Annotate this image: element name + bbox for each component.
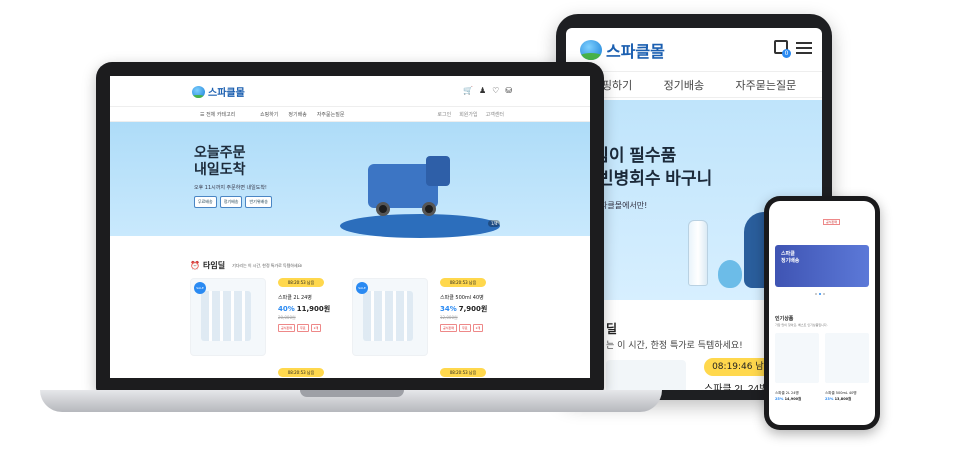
utility-links: 로그인 회원가입 고객센터 bbox=[437, 111, 504, 118]
sale-badge: SALE bbox=[356, 282, 368, 294]
hero-tags: 무료배송 정기배송 반기위배송 bbox=[194, 196, 272, 208]
banner-pagination bbox=[815, 293, 825, 295]
bottle-illustration bbox=[688, 220, 708, 286]
subscription-banner[interactable]: 스파클 정기배송 bbox=[775, 245, 869, 287]
nav-faq[interactable]: 자주묻는질문 bbox=[736, 77, 797, 93]
hero-title: 오늘주문 내일도착 bbox=[194, 144, 246, 177]
nav-subscription[interactable]: 정기배송 bbox=[288, 111, 306, 118]
product-name[interactable]: 스파클 500mL 40병 bbox=[825, 391, 857, 396]
deal-timer: 08:20:53 남음 bbox=[278, 368, 324, 377]
product-image[interactable] bbox=[825, 333, 869, 383]
nav-faq[interactable]: 자주묻는질문 bbox=[317, 111, 345, 118]
logo-text: 스파클몰 bbox=[208, 88, 245, 99]
product-card[interactable]: SALE 08:20:53 남음 스파클 2L 24병 40% 11,900원 2… bbox=[190, 278, 350, 358]
truck-wheel bbox=[376, 202, 390, 216]
timedeal-heading: ⏰ 타임딜 기다리는 이 시간, 한정 특가로 득템하세요! bbox=[190, 261, 303, 270]
deal-timer: 08:20:53 남음 bbox=[440, 368, 486, 377]
section-title: 딜 bbox=[606, 322, 618, 336]
section-title: 인기상품 bbox=[775, 316, 794, 322]
water-drop-mascot bbox=[718, 260, 742, 288]
water-splash-illustration bbox=[340, 214, 500, 238]
pagination-dot[interactable] bbox=[819, 293, 821, 295]
hero-tag: 정기배송 bbox=[219, 196, 243, 208]
pagination-dot[interactable] bbox=[823, 293, 825, 295]
nav-subscription[interactable]: 정기배송 bbox=[664, 77, 704, 93]
tablet-logo[interactable]: 스파클몰 bbox=[580, 38, 665, 62]
product-price: 40% 11,900원 bbox=[278, 305, 331, 313]
product-name[interactable]: 스파클 2L 24병 bbox=[704, 380, 768, 390]
timedeal-subtitle: 기다리는 이 시간, 한정 특가로 득템하세요! bbox=[232, 262, 303, 268]
phone-screen: 공식판매 스파클 정기배송 인기상품 가장 많이 찾아요, 베스트 인기상품입니… bbox=[769, 201, 875, 425]
header-icons: 🛒 ♟ ♡ ⛁ bbox=[463, 86, 512, 95]
deal-timer: 08:20:53 남음 bbox=[278, 278, 324, 287]
product-image[interactable]: SALE bbox=[190, 278, 266, 356]
laptop-screen: 스파클몰 🛒 ♟ ♡ ⛁ ☰ 전체 카테고리 쇼핑하기 정기배송 자주묻는질문 … bbox=[110, 76, 590, 378]
hero-tag: 무료배송 bbox=[194, 196, 217, 208]
product-badges: 공식판매 무료 2개 bbox=[440, 324, 484, 332]
phone-device: 공식판매 스파클 정기배송 인기상품 가장 많이 찾아요, 베스트 인기상품입니… bbox=[764, 196, 880, 430]
laptop-hero-banner[interactable]: 오늘주문 내일도착 오후 11시까지 주문하면 내일도착! 무료배송 정기배송 … bbox=[110, 122, 590, 238]
laptop-logo[interactable]: 스파클몰 bbox=[192, 84, 245, 99]
product-name[interactable]: 스파클 2L 24병 bbox=[775, 391, 799, 396]
product-image[interactable] bbox=[775, 333, 819, 383]
product-name[interactable]: 스파클 2L 24병 bbox=[278, 294, 312, 301]
original-price: 20,000원 bbox=[278, 315, 296, 320]
pagination-dot[interactable] bbox=[815, 293, 817, 295]
banner-title: 스파클 정기배송 bbox=[781, 251, 800, 264]
section-subtitle: 는 이 시간, 한정 특가로 득템하세요! bbox=[606, 341, 743, 351]
sale-badge: SALE bbox=[194, 282, 206, 294]
laptop-notch bbox=[300, 390, 404, 397]
product-image[interactable] bbox=[606, 360, 686, 390]
login-link[interactable]: 로그인 bbox=[437, 111, 451, 118]
truck-cab-illustration bbox=[426, 156, 450, 186]
signup-link[interactable]: 회원가입 bbox=[459, 111, 477, 118]
hero-tag: 반기위배송 bbox=[245, 196, 272, 208]
product-card[interactable]: SALE 08:20:53 남음 스파클 500ml 40병 34% 7,900원… bbox=[352, 278, 512, 358]
truck-icon[interactable]: ⛁ bbox=[505, 86, 512, 95]
nav-shopping[interactable]: 쇼핑하기 bbox=[260, 111, 278, 118]
hamburger-menu-icon[interactable] bbox=[796, 42, 812, 54]
hero-subtitle: 오후 11시까지 주문하면 내일도착! bbox=[194, 185, 267, 191]
tablet-nav: 쇼핑하기 정기배송 자주묻는질문 bbox=[566, 72, 822, 98]
tablet-header: 스파클몰 0 bbox=[566, 28, 822, 72]
original-price: 12,000원 bbox=[440, 315, 458, 320]
cart-count-badge: 0 bbox=[782, 49, 791, 58]
product-image[interactable]: SALE bbox=[352, 278, 428, 356]
logo-icon bbox=[192, 85, 205, 98]
hero-subtitle: 파클몰에서만! bbox=[600, 201, 648, 210]
heart-icon[interactable]: ♡ bbox=[492, 86, 499, 95]
laptop-header: 스파클몰 🛒 ♟ ♡ ⛁ bbox=[110, 76, 590, 106]
truck-wheel bbox=[422, 202, 436, 216]
support-link[interactable]: 고객센터 bbox=[486, 111, 504, 118]
product-badges: 공식판매 무료 2개 bbox=[278, 324, 322, 332]
product-price: 25% 14,900원 bbox=[775, 397, 802, 401]
logo-icon bbox=[580, 40, 602, 60]
category-menu[interactable]: ☰ 전체 카테고리 bbox=[200, 111, 235, 118]
bottles-image bbox=[363, 291, 413, 341]
bottles-image bbox=[201, 291, 251, 341]
user-icon[interactable]: ♟ bbox=[479, 86, 486, 95]
deal-timer: 08:20:53 남음 bbox=[440, 278, 486, 287]
laptop-device: 스파클몰 🛒 ♟ ♡ ⛁ ☰ 전체 카테고리 쇼핑하기 정기배송 자주묻는질문 … bbox=[96, 62, 604, 392]
logo-text: 스파클몰 bbox=[606, 44, 665, 61]
official-tag: 공식판매 bbox=[823, 219, 841, 225]
product-name[interactable]: 스파클 500ml 40병 bbox=[440, 294, 484, 301]
cart-icon[interactable]: 🛒 bbox=[463, 86, 473, 95]
banner-pager: 1/4 bbox=[488, 220, 501, 227]
section-subtitle: 가장 많이 찾아요, 베스트 인기상품입니다. bbox=[775, 323, 828, 327]
cart-icon[interactable]: 0 bbox=[774, 40, 791, 58]
alarm-clock-icon: ⏰ bbox=[190, 261, 200, 270]
product-price: 23% 13,800원 bbox=[825, 397, 852, 401]
laptop-nav: ☰ 전체 카테고리 쇼핑하기 정기배송 자주묻는질문 로그인 회원가입 고객센터 bbox=[110, 106, 590, 122]
main-menu: 쇼핑하기 정기배송 자주묻는질문 bbox=[260, 111, 344, 118]
product-price: 34% 7,900원 bbox=[440, 305, 488, 313]
